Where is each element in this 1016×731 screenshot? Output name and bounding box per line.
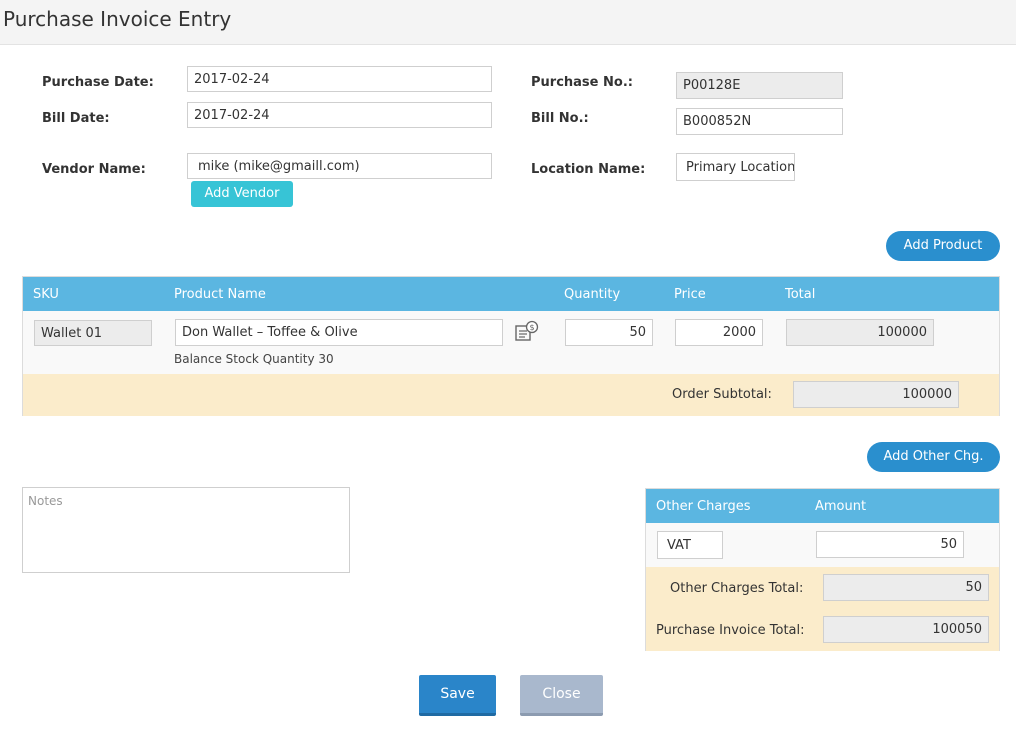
page-title: Purchase Invoice Entry <box>3 7 232 31</box>
col-amount: Amount <box>815 499 867 514</box>
purchase-invoice-total-field: 100050 <box>823 616 989 643</box>
notes-placeholder: Notes <box>28 494 63 508</box>
products-table-header: SKU Product Name Quantity Price Total <box>23 277 999 311</box>
charge-amount-input[interactable]: 50 <box>816 531 964 558</box>
purchase-invoice-total-label: Purchase Invoice Total: <box>656 623 805 638</box>
products-table: SKU Product Name Quantity Price Total Wa… <box>22 276 1000 416</box>
other-charges-total-label: Other Charges Total: <box>670 581 804 596</box>
svg-text:$: $ <box>529 323 534 332</box>
col-price: Price <box>674 287 706 302</box>
other-charges-header: Other Charges Amount <box>646 489 999 523</box>
bill-date-label: Bill Date: <box>42 111 110 126</box>
charges-totals: Other Charges Total: 50 Purchase Invoice… <box>646 567 999 651</box>
location-name-label: Location Name: <box>531 162 646 177</box>
subtotal-row: Order Subtotal: 100000 <box>23 374 999 416</box>
order-subtotal-field: 100000 <box>793 381 959 408</box>
notes-textarea[interactable]: Notes <box>22 487 350 573</box>
col-sku: SKU <box>33 287 59 302</box>
vendor-name-label: Vendor Name: <box>42 162 146 177</box>
other-charges-table: Other Charges Amount VAT 50 Other Charge… <box>645 488 1000 651</box>
price-input[interactable]: 2000 <box>675 319 763 346</box>
bill-date-input[interactable]: 2017-02-24 <box>187 102 492 128</box>
col-product-name: Product Name <box>174 287 266 302</box>
col-other-charges: Other Charges <box>656 499 751 514</box>
add-product-button[interactable]: Add Product <box>886 231 1000 261</box>
location-select[interactable]: Primary Location <box>676 153 795 181</box>
add-other-charges-button[interactable]: Add Other Chg. <box>867 442 1000 472</box>
vendor-name-input[interactable]: mike (mike@gmaill.com) <box>187 153 492 179</box>
other-charges-total-field: 50 <box>823 574 989 601</box>
quantity-input[interactable]: 50 <box>565 319 653 346</box>
purchase-no-input: P00128E <box>676 72 843 99</box>
order-subtotal-label: Order Subtotal: <box>672 387 772 402</box>
balance-stock-note: Balance Stock Quantity 30 <box>174 352 334 366</box>
purchase-no-label: Purchase No.: <box>531 75 633 90</box>
close-button[interactable]: Close <box>520 675 603 716</box>
charge-row: VAT 50 <box>646 523 999 567</box>
table-row: Wallet 01 Don Wallet – Toffee & Olive $ … <box>23 311 999 374</box>
sku-field: Wallet 01 <box>34 320 152 346</box>
purchase-date-label: Purchase Date: <box>42 75 154 90</box>
save-button[interactable]: Save <box>419 675 496 716</box>
charge-name-input[interactable]: VAT <box>657 531 723 559</box>
col-total: Total <box>785 287 816 302</box>
stock-history-icon[interactable]: $ <box>513 320 539 344</box>
col-quantity: Quantity <box>564 287 621 302</box>
bill-no-label: Bill No.: <box>531 111 589 126</box>
line-total-field: 100000 <box>786 319 934 346</box>
page-header: Purchase Invoice Entry <box>0 0 1016 45</box>
product-name-input[interactable]: Don Wallet – Toffee & Olive <box>175 319 503 346</box>
add-vendor-button[interactable]: Add Vendor <box>191 181 293 207</box>
purchase-date-input[interactable]: 2017-02-24 <box>187 66 492 92</box>
bill-no-input[interactable]: B000852N <box>676 108 843 135</box>
